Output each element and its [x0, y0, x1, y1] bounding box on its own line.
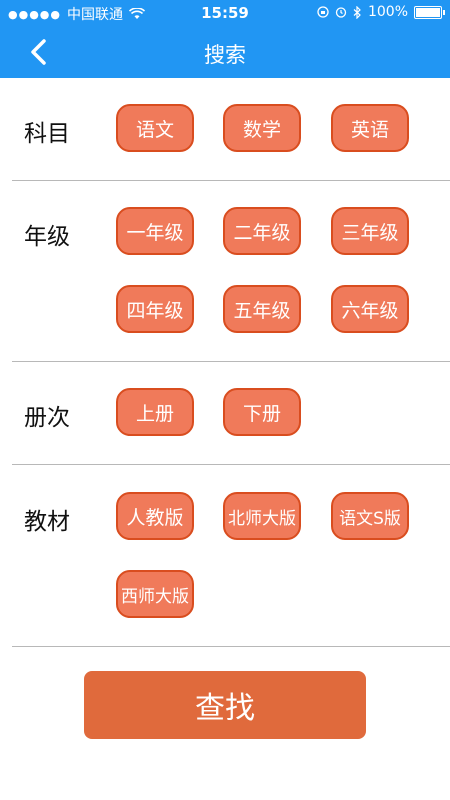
battery-icon [414, 5, 445, 19]
divider [12, 180, 450, 181]
grade-option-6[interactable]: 六年级 [331, 285, 409, 333]
grade-option-3[interactable]: 三年级 [331, 207, 409, 255]
grade-option-4[interactable]: 四年级 [116, 285, 194, 333]
textbook-option-beishida[interactable]: 北师大版 [223, 492, 301, 540]
subject-option-chinese[interactable]: 语文 [116, 104, 194, 152]
alarm-icon [335, 7, 347, 18]
divider [12, 361, 450, 362]
subject-option-english[interactable]: 英语 [331, 104, 409, 152]
status-bar: ●●●●● 中国联通 15:59 100% [0, 0, 450, 26]
nav-bar: 搜索 [0, 26, 450, 78]
textbook-option-xishida[interactable]: 西师大版 [116, 570, 194, 618]
divider [12, 646, 450, 647]
volume-label: 册次 [24, 405, 70, 431]
textbook-option-renjiao[interactable]: 人教版 [116, 492, 194, 540]
search-button[interactable]: 查找 [84, 671, 366, 739]
volume-option-first[interactable]: 上册 [116, 388, 194, 436]
textbook-option-yuwen-s[interactable]: 语文S版 [331, 492, 409, 540]
rotation-lock-icon [317, 6, 329, 18]
status-right: 100% [317, 4, 445, 20]
battery-percent: 100% [367, 4, 408, 20]
subject-option-math[interactable]: 数学 [223, 104, 301, 152]
textbook-label: 教材 [24, 509, 70, 535]
grade-option-1[interactable]: 一年级 [116, 207, 194, 255]
grade-option-2[interactable]: 二年级 [223, 207, 301, 255]
page-title: 搜索 [204, 43, 246, 67]
grade-label: 年级 [24, 224, 70, 250]
grade-option-5[interactable]: 五年级 [223, 285, 301, 333]
bluetooth-icon [353, 5, 361, 19]
volume-option-second[interactable]: 下册 [223, 388, 301, 436]
subject-label: 科目 [24, 121, 70, 147]
divider [12, 464, 450, 465]
